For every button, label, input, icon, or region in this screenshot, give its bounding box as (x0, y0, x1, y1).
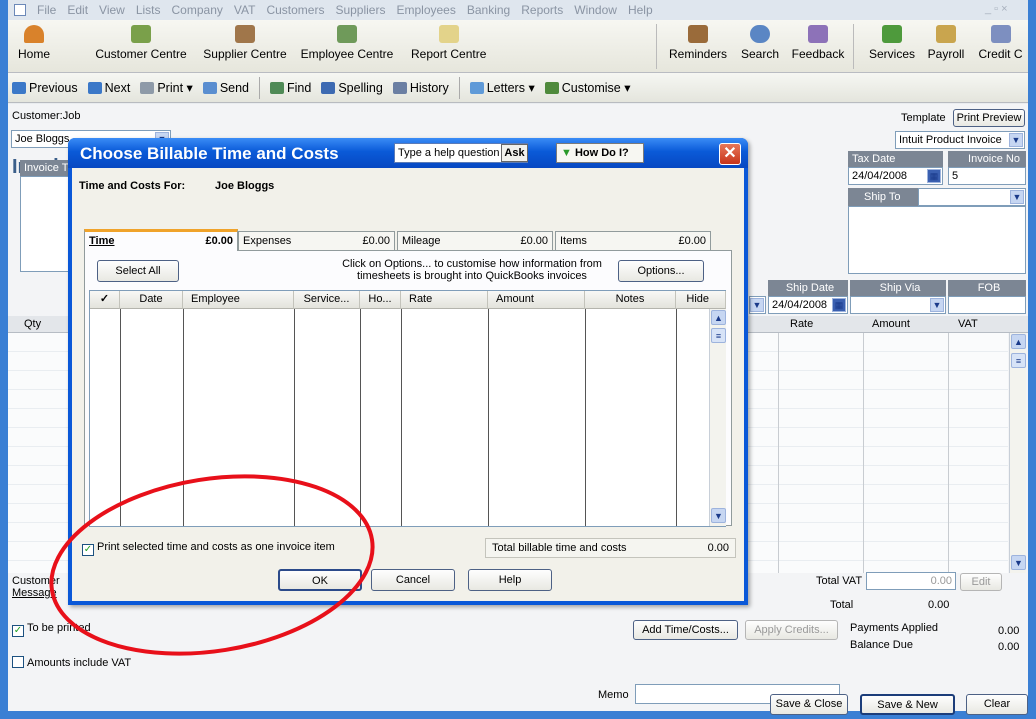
red-highlight-circle (49, 474, 375, 656)
tab-time[interactable]: Time £0.00 (84, 229, 238, 251)
highlight-annotation (49, 474, 375, 656)
